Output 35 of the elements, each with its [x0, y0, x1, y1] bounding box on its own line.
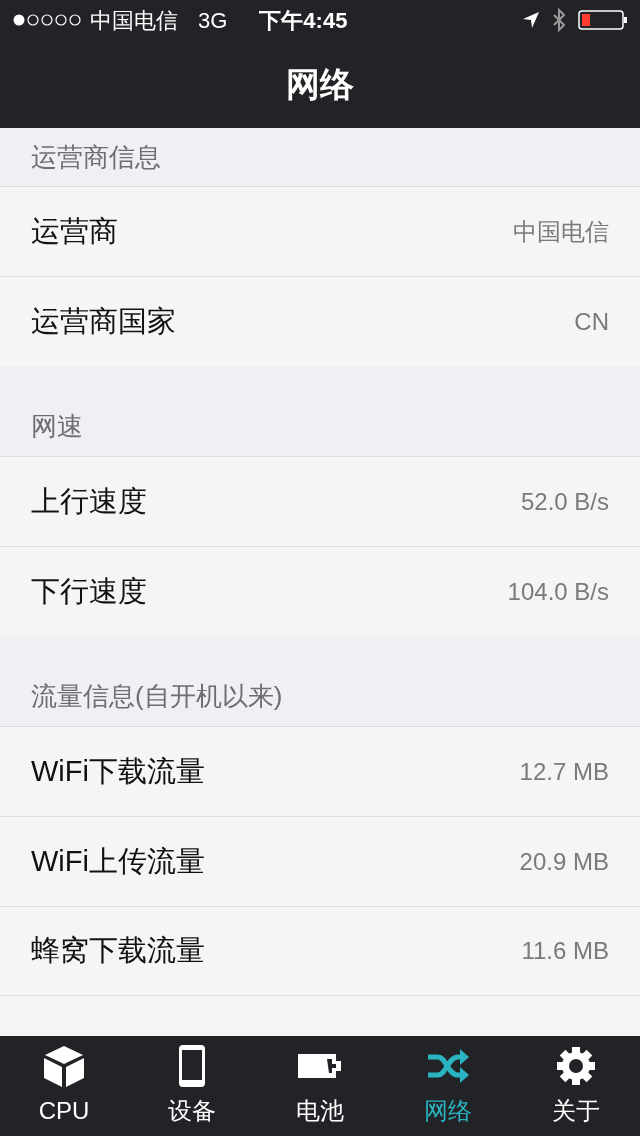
bluetooth-icon	[552, 8, 566, 32]
section-header: 流量信息(自开机以来)	[31, 680, 283, 713]
clock: 下午4:45	[259, 6, 348, 35]
row-label: WiFi下载流量	[31, 753, 205, 789]
row-label: WiFi上传流量	[31, 843, 205, 879]
tab[interactable]: 关于	[512, 1036, 640, 1136]
row-value: 52.0 B/s	[520, 486, 609, 517]
phone-icon	[178, 1044, 206, 1088]
row-value: 20.9 MB	[519, 846, 609, 877]
row-value: 12.7 MB	[519, 756, 609, 787]
signal-strength-icon	[12, 12, 82, 28]
row-value: CN	[574, 306, 609, 337]
row-label: 蜂窝下载流量	[31, 933, 205, 969]
row-label: 上行速度	[31, 483, 147, 519]
location-arrow-icon	[522, 11, 540, 29]
carrier-name: 中国电信	[90, 6, 178, 35]
network-type: 3G	[198, 6, 228, 35]
row-label: 运营商国家	[31, 303, 176, 339]
tab[interactable]: CPU	[0, 1036, 128, 1136]
row-value: 104.0 B/s	[507, 576, 609, 607]
tab[interactable]: 网络	[384, 1036, 512, 1136]
section-header: 运营商信息	[31, 140, 161, 174]
battery-icon	[298, 1053, 342, 1079]
screen-title: 网络	[286, 63, 354, 105]
cube-icon	[42, 1044, 86, 1088]
shuffle-icon	[426, 1048, 470, 1084]
row-label: 运营商	[31, 213, 118, 249]
settings-icon	[556, 1046, 596, 1086]
row-value: 中国电信	[513, 216, 609, 247]
row-value: 11.6 MB	[521, 936, 609, 966]
tab[interactable]: 电池	[256, 1036, 384, 1136]
battery-icon	[578, 10, 628, 30]
tab[interactable]: 设备	[128, 1036, 256, 1136]
section-header: 网速	[31, 410, 83, 443]
row-label: 下行速度	[31, 573, 147, 609]
